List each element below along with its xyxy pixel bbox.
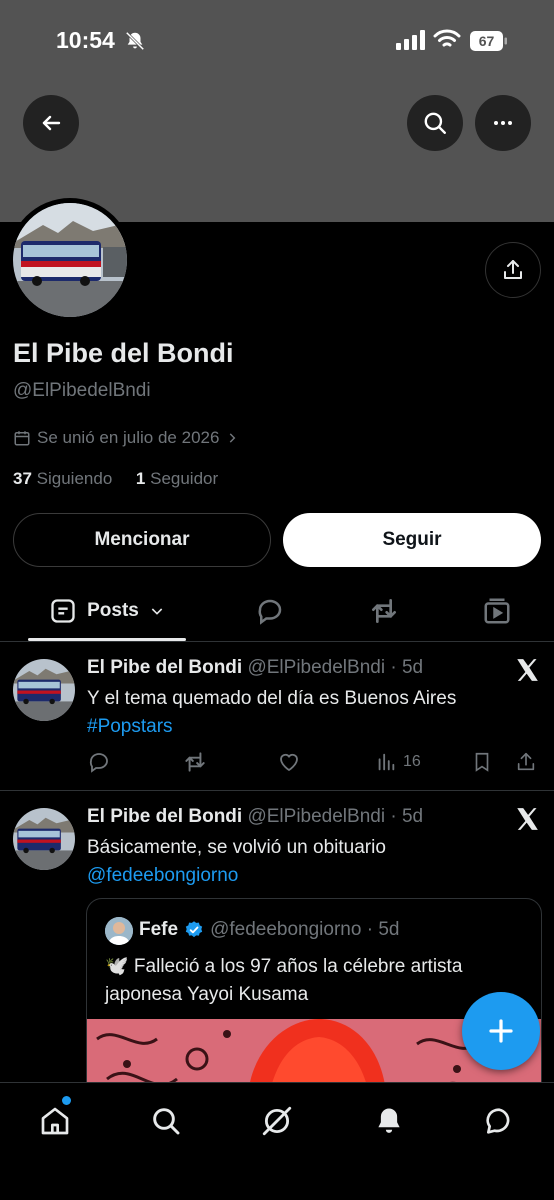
verified-badge-icon — [185, 921, 203, 938]
bookmark-button[interactable] — [471, 747, 493, 777]
quote-header: Fefe @fedeebongiorno · 5d — [139, 919, 399, 941]
share-profile-button[interactable] — [485, 242, 541, 298]
nav-search[interactable] — [146, 1101, 186, 1141]
nav-home[interactable] — [35, 1101, 75, 1141]
bus-photo — [13, 203, 127, 317]
signal-icon — [396, 30, 425, 50]
arrow-left-icon — [42, 115, 61, 131]
home-icon — [41, 1107, 69, 1135]
wifi-icon — [433, 29, 461, 47]
repost-button[interactable] — [182, 747, 208, 777]
plus-icon — [489, 1019, 513, 1043]
bookmark-icon — [475, 752, 489, 772]
like-button[interactable] — [277, 747, 301, 777]
repost-icon — [185, 752, 205, 772]
repost-icon — [372, 599, 396, 623]
reply-icon — [258, 599, 282, 625]
post-item[interactable]: El Pibe del Bondi @ElPibedelBndi · 5d Y … — [0, 643, 554, 791]
bus-photo — [13, 808, 75, 870]
joined-date[interactable]: Se unió en julio de 2026 — [13, 428, 239, 448]
post-header: El Pibe del Bondi @ElPibedelBndi · 5d — [87, 657, 423, 679]
battery-icon: 67 — [470, 31, 507, 51]
chevron-down-icon — [151, 608, 163, 615]
mention-link[interactable]: @fedeebongiorno — [87, 865, 238, 886]
post-actions: 16 — [87, 747, 542, 777]
more-button[interactable] — [475, 95, 531, 151]
back-button[interactable] — [23, 95, 79, 151]
hashtag-link[interactable]: #Popstars — [87, 716, 173, 737]
followers-label: Seguidor — [150, 469, 219, 488]
follow-stats: 37 Siguiendo 1 Seguidor — [13, 469, 218, 489]
compose-button[interactable] — [462, 992, 540, 1070]
status-time: 10:54 — [56, 27, 115, 53]
views-button[interactable]: 16 — [375, 747, 421, 777]
x-logo-icon — [517, 659, 538, 681]
search-button[interactable] — [407, 95, 463, 151]
quote-text: 🕊️ Falleció a los 97 años la célebre art… — [105, 956, 463, 1005]
following-count: 37 — [13, 469, 32, 488]
share-icon — [517, 752, 535, 771]
tab-replies[interactable] — [250, 582, 290, 640]
nav-grok[interactable] — [257, 1101, 297, 1141]
post-text: Y el tema quemado del día es Buenos Aire… — [87, 685, 527, 741]
following-link[interactable]: 37 Siguiendo — [13, 469, 112, 488]
profile-handle: @ElPibedelBndi — [13, 380, 151, 401]
video-icon — [484, 598, 510, 624]
status-bar: 10:54 67 — [0, 0, 554, 84]
tab-posts-label: Posts — [87, 600, 139, 621]
followers-link[interactable]: 1 Seguidor — [136, 469, 218, 488]
reply-icon — [89, 753, 108, 773]
nav-notifications[interactable] — [369, 1101, 409, 1141]
share-button[interactable] — [515, 747, 537, 777]
profile-display-name: El Pibe del Bondi — [13, 338, 234, 368]
post-body: Y el tema quemado del día es Buenos Aire… — [87, 688, 457, 709]
messages-icon — [486, 1108, 510, 1134]
post-text: Básicamente, se volvió un obituario @fed… — [87, 834, 527, 890]
tab-active-indicator — [28, 638, 186, 641]
grok-icon — [262, 1106, 292, 1136]
tab-posts[interactable]: Posts — [28, 582, 186, 640]
chevron-right-icon — [230, 433, 236, 443]
mention-button[interactable]: Mencionar — [13, 513, 271, 567]
home-notification-dot — [62, 1096, 71, 1105]
x-logo-icon — [517, 808, 538, 830]
quote-author: Fefe — [139, 919, 179, 940]
bell-icon — [378, 1108, 400, 1133]
post-avatar[interactable] — [13, 808, 75, 870]
post-body: Básicamente, se volvió un obituario — [87, 837, 386, 858]
profile-avatar[interactable] — [8, 198, 132, 322]
follow-button[interactable]: Seguir — [283, 513, 541, 567]
battery-level: 67 — [479, 33, 495, 49]
more-icon — [494, 121, 512, 125]
followers-count: 1 — [135, 469, 146, 488]
bus-photo — [13, 659, 75, 721]
reply-button[interactable] — [87, 747, 111, 777]
heart-icon — [280, 753, 298, 772]
person-photo — [105, 917, 133, 945]
post-avatar[interactable] — [13, 659, 75, 721]
following-label: Siguiendo — [36, 469, 113, 488]
bottom-nav — [0, 1082, 554, 1200]
post-author[interactable]: El Pibe del Bondi — [87, 806, 242, 827]
views-count: 16 — [403, 753, 421, 770]
post-author[interactable]: El Pibe del Bondi — [87, 657, 242, 678]
tab-reposts[interactable] — [364, 582, 404, 640]
joined-label: Se unió en julio de 2026 — [37, 428, 220, 447]
search-icon — [424, 112, 446, 134]
post-meta: @ElPibedelBndi · 5d — [247, 806, 424, 827]
post-meta: @ElPibedelBndi · 5d — [247, 657, 424, 678]
quoted-post[interactable]: Fefe @fedeebongiorno · 5d 🕊️ Falleció a … — [86, 898, 542, 1098]
calendar-icon — [14, 431, 30, 446]
profile-tabs: Posts — [0, 582, 554, 642]
tab-media[interactable] — [477, 582, 517, 640]
posts-icon — [51, 599, 75, 623]
post-header: El Pibe del Bondi @ElPibedelBndi · 5d — [87, 806, 423, 828]
share-icon — [504, 260, 522, 279]
nav-messages[interactable] — [479, 1101, 519, 1141]
search-icon — [153, 1108, 180, 1135]
quote-meta: @fedeebongiorno · 5d — [210, 919, 400, 940]
views-icon — [378, 753, 395, 771]
quote-avatar — [105, 917, 133, 945]
bell-off-icon — [125, 31, 145, 51]
